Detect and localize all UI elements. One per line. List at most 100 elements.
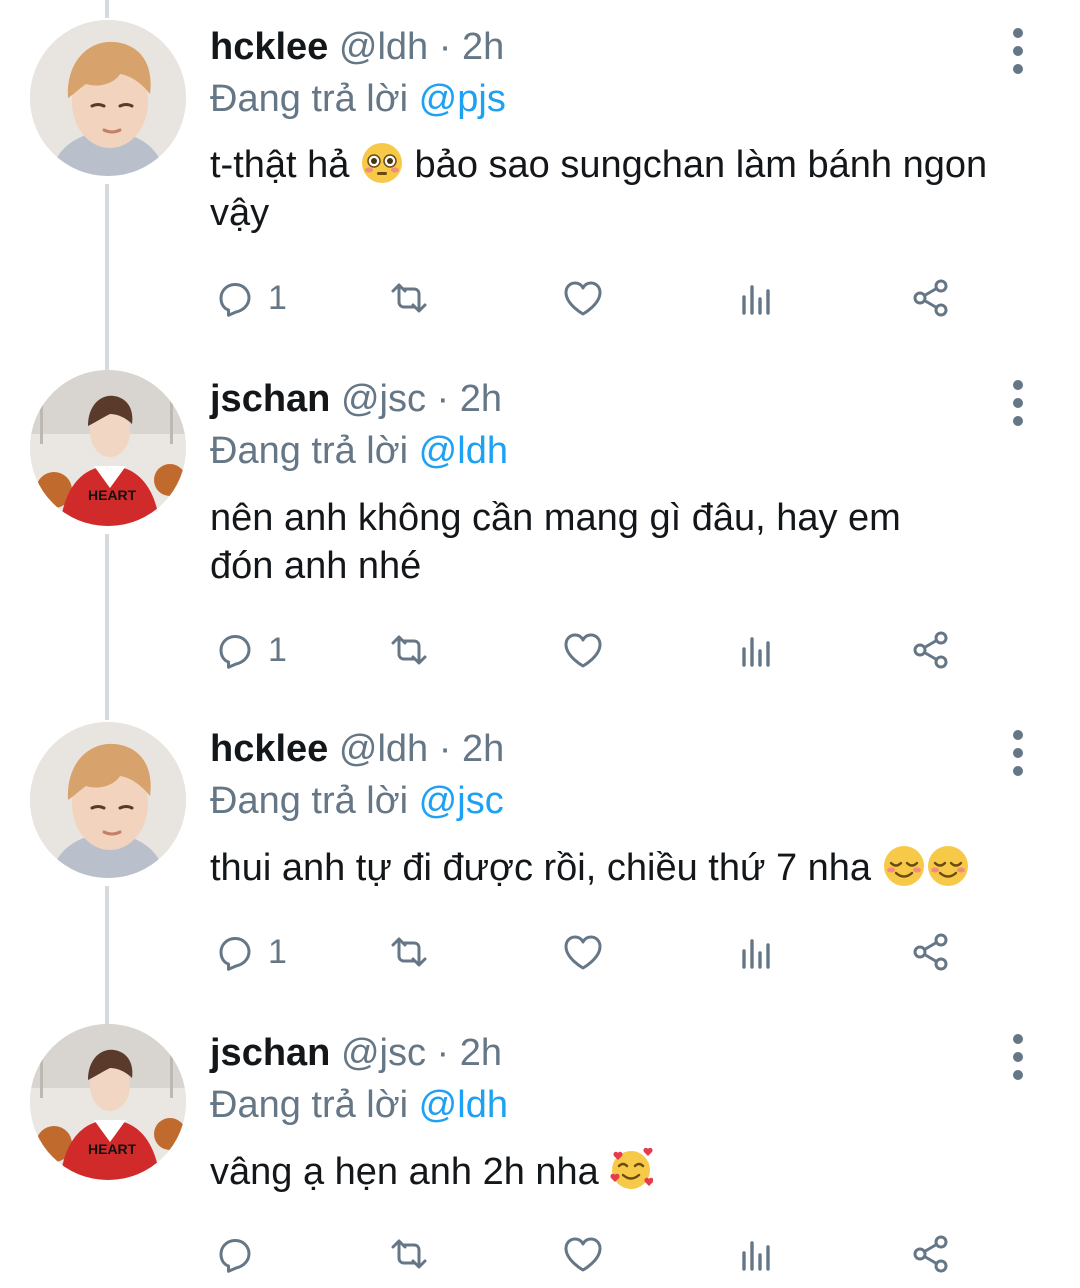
display-name[interactable]: jschan <box>210 1032 330 1074</box>
replying-to-label: Đang trả lời <box>210 780 409 822</box>
tweet[interactable]: jschan @jsc · 2h Đang trả lời @ldh vâng … <box>0 1004 1080 1288</box>
retweet-button[interactable] <box>386 268 432 328</box>
tweet[interactable]: hcklee @ldh · 2h Đang trả lời @jsc thui … <box>0 702 1080 1004</box>
retweet-button[interactable] <box>386 620 432 680</box>
flushed-face-emoji <box>361 142 403 184</box>
display-name[interactable]: hcklee <box>210 26 328 68</box>
display-name[interactable]: hcklee <box>210 728 328 770</box>
analytics-button[interactable] <box>734 1224 780 1284</box>
share-button[interactable] <box>908 922 954 982</box>
heart-icon <box>564 633 602 668</box>
reply-button[interactable]: 1 <box>212 922 287 982</box>
tweet-actions: 1 <box>0 922 1080 982</box>
analytics-icon <box>742 285 770 315</box>
heart-icon <box>564 281 602 316</box>
like-button[interactable] <box>560 1224 606 1284</box>
retweet-icon <box>391 937 427 967</box>
replying-to-label: Đang trả lời <box>210 430 409 472</box>
analytics-icon <box>742 939 770 969</box>
reply-icon <box>219 937 251 971</box>
share-button[interactable] <box>908 620 954 680</box>
more-vertical-icon[interactable] <box>1000 26 1036 76</box>
share-button[interactable] <box>908 1224 954 1284</box>
retweet-icon <box>391 635 427 665</box>
retweet-button[interactable] <box>386 922 432 982</box>
analytics-button[interactable] <box>734 922 780 982</box>
relieved-face-emoji <box>926 844 969 888</box>
tweet-text: vâng ạ hẹn anh 2h nha <box>210 1148 1050 1196</box>
like-button[interactable] <box>560 268 606 328</box>
replying-to: Đang trả lời @ldh <box>210 1082 508 1128</box>
separator-dot: · <box>436 1032 450 1074</box>
relieved-face-emoji <box>882 844 925 888</box>
user-handle: @ldh <box>338 728 429 770</box>
timestamp[interactable]: 2h <box>460 1032 502 1074</box>
reply-icon <box>219 635 251 669</box>
reply-icon <box>219 283 251 317</box>
reply-button[interactable]: 1 <box>212 268 287 328</box>
share-icon <box>913 933 948 971</box>
reply-thread: hcklee @ldh · 2h Đang trả lời @pjs t-thậ… <box>0 0 1080 1288</box>
like-button[interactable] <box>560 922 606 982</box>
more-vertical-icon[interactable] <box>1000 728 1036 778</box>
mention-link[interactable]: @jsc <box>419 780 504 822</box>
tweet-text: t-thật hả bảo sao sungchan làm bánh ngon… <box>210 141 1050 237</box>
more-vertical-icon[interactable] <box>1000 1032 1036 1082</box>
tweet-text: thui anh tự đi được rồi, chiều thứ 7 nha <box>210 844 1050 892</box>
tweet-actions: 1 <box>0 620 1080 680</box>
analytics-button[interactable] <box>734 268 780 328</box>
avatar[interactable] <box>30 1024 186 1180</box>
tweet-text-part: t-thật hả <box>210 144 350 186</box>
reply-button[interactable]: 1 <box>212 620 287 680</box>
share-button[interactable] <box>908 268 954 328</box>
mention-link[interactable]: @ldh <box>419 430 508 472</box>
replying-to: Đang trả lời @pjs <box>210 76 506 122</box>
smiling-face-with-hearts-emoji <box>609 1148 654 1191</box>
avatar[interactable] <box>30 722 186 878</box>
reply-count: 1 <box>268 278 287 317</box>
analytics-icon <box>742 1241 770 1271</box>
replying-to-label: Đang trả lời <box>210 1084 409 1126</box>
share-icon <box>913 631 948 669</box>
tweet-text-part: thui anh tự đi được rồi, chiều thứ 7 nha <box>210 847 872 889</box>
reply-count: 1 <box>268 932 287 971</box>
user-handle: @jsc <box>340 378 426 420</box>
mention-link[interactable]: @pjs <box>419 78 506 120</box>
timestamp[interactable]: 2h <box>462 26 504 68</box>
display-name[interactable]: jschan <box>210 378 330 420</box>
tweet-text: nên anh không cần mang gì đâu, hay em đó… <box>210 494 970 590</box>
timestamp[interactable]: 2h <box>460 378 502 420</box>
retweet-icon <box>391 1239 427 1269</box>
tweet-header: hcklee @ldh · 2h <box>210 24 504 70</box>
tweet-text-part: vâng ạ hẹn anh 2h nha <box>210 1151 599 1193</box>
user-handle: @ldh <box>338 26 429 68</box>
separator-dot: · <box>436 378 450 420</box>
separator-dot: · <box>438 26 452 68</box>
replying-to: Đang trả lời @ldh <box>210 428 508 474</box>
tweet-header: hcklee @ldh · 2h <box>210 726 504 772</box>
tweet-actions: 1 <box>0 268 1080 328</box>
retweet-icon <box>391 283 427 313</box>
heart-icon <box>564 935 602 970</box>
tweet-header: jschan @jsc · 2h <box>210 376 502 422</box>
like-button[interactable] <box>560 620 606 680</box>
share-icon <box>913 279 948 317</box>
reply-icon <box>219 1239 251 1273</box>
avatar[interactable] <box>30 20 186 176</box>
reply-count: 1 <box>268 630 287 669</box>
analytics-button[interactable] <box>734 620 780 680</box>
mention-link[interactable]: @ldh <box>419 1084 508 1126</box>
avatar[interactable] <box>30 370 186 526</box>
timestamp[interactable]: 2h <box>462 728 504 770</box>
reply-button[interactable] <box>212 1224 268 1284</box>
user-handle: @jsc <box>340 1032 426 1074</box>
tweet[interactable]: jschan @jsc · 2h Đang trả lời @ldh nên a… <box>0 350 1080 702</box>
replying-to-label: Đang trả lời <box>210 78 409 120</box>
tweet[interactable]: hcklee @ldh · 2h Đang trả lời @pjs t-thậ… <box>0 0 1080 350</box>
tweet-actions <box>0 1224 1080 1284</box>
retweet-button[interactable] <box>386 1224 432 1284</box>
separator-dot: · <box>438 728 452 770</box>
tweet-text-part: nên anh không cần mang gì đâu, hay em đó… <box>210 497 901 587</box>
analytics-icon <box>742 637 770 667</box>
more-vertical-icon[interactable] <box>1000 378 1036 428</box>
